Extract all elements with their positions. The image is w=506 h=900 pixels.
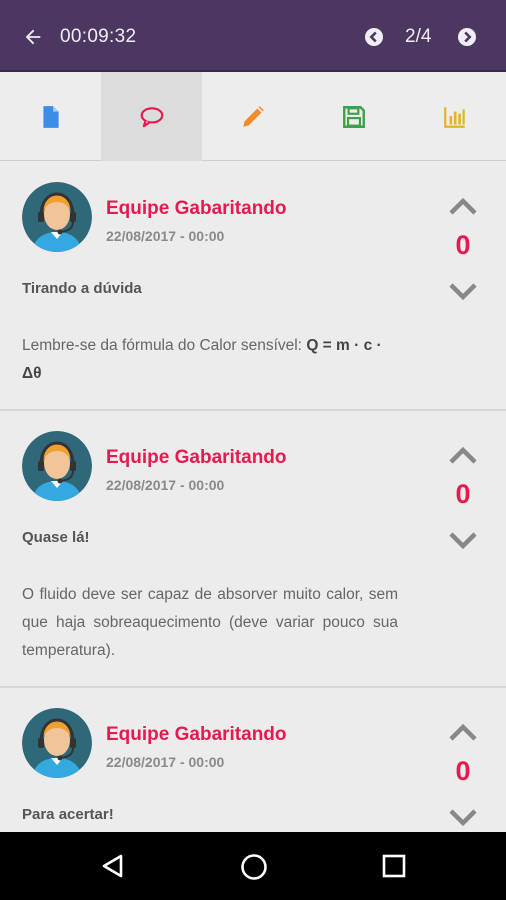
comment-date: 22/08/2017 - 00:00 [106, 754, 225, 770]
save-icon [343, 105, 366, 128]
comment-body-text: Lembre-se da fórmula do Calor sensível: [22, 337, 307, 354]
comment-card: Equipe Gabaritando 22/08/2017 - 00:00 0 … [0, 411, 506, 688]
chart-icon [444, 106, 466, 128]
home-circle-icon[interactable] [240, 853, 268, 881]
comment-title: Tirando a dúvida [22, 280, 142, 297]
tab-save[interactable] [304, 72, 405, 161]
avatar [22, 708, 92, 778]
tab-question[interactable] [0, 72, 101, 161]
next-question-icon[interactable] [457, 27, 477, 47]
chevron-up-icon[interactable] [448, 444, 478, 466]
vote-score: 0 [455, 756, 471, 786]
comment-body: O fluido deve ser capaz de absorver muit… [22, 586, 398, 659]
comment-author: Equipe Gabaritando [106, 198, 287, 219]
tab-statistics[interactable] [405, 72, 506, 161]
vote-score: 0 [455, 230, 471, 260]
chevron-up-icon[interactable] [448, 721, 478, 743]
comment-date: 22/08/2017 - 00:00 [106, 228, 225, 244]
chevron-down-icon[interactable] [448, 529, 478, 551]
top-app-bar: 00:09:32 2/4 [0, 0, 506, 72]
support-agent-avatar-icon [22, 182, 92, 252]
support-agent-avatar-icon [22, 708, 92, 778]
recents-square-icon[interactable] [382, 854, 406, 878]
comment-author: Equipe Gabaritando [106, 447, 287, 468]
comment-card: Equipe Gabaritando 22/08/2017 - 00:00 0 … [0, 162, 506, 411]
chevron-down-icon[interactable] [448, 806, 478, 828]
back-triangle-icon[interactable] [100, 853, 126, 879]
tab-notes[interactable] [202, 72, 303, 161]
comment-icon [140, 106, 164, 127]
chevron-down-icon[interactable] [448, 280, 478, 302]
pagination-text: 2/4 [405, 26, 432, 47]
avatar [22, 431, 92, 501]
tab-comments[interactable] [101, 72, 203, 161]
comment-date: 22/08/2017 - 00:00 [106, 477, 225, 493]
back-arrow-icon[interactable] [22, 26, 44, 48]
pencil-icon [243, 105, 264, 127]
avatar [22, 182, 92, 252]
comment-title: Quase lá! [22, 529, 90, 546]
timer-text: 00:09:32 [60, 26, 137, 47]
comments-list[interactable]: Equipe Gabaritando 22/08/2017 - 00:00 0 … [0, 162, 506, 832]
document-icon [43, 105, 59, 128]
comment-author: Equipe Gabaritando [106, 724, 287, 745]
chevron-up-icon[interactable] [448, 195, 478, 217]
vote-score: 0 [455, 479, 471, 509]
system-navigation-bar [0, 832, 506, 900]
previous-question-icon[interactable] [364, 27, 384, 47]
comment-body: Lembre-se da fórmula do Calor sensível: … [22, 332, 398, 388]
comment-title: Para acertar! [22, 806, 114, 823]
comment-card: Equipe Gabaritando 22/08/2017 - 00:00 0 … [0, 688, 506, 832]
support-agent-avatar-icon [22, 431, 92, 501]
tab-bar [0, 72, 506, 161]
